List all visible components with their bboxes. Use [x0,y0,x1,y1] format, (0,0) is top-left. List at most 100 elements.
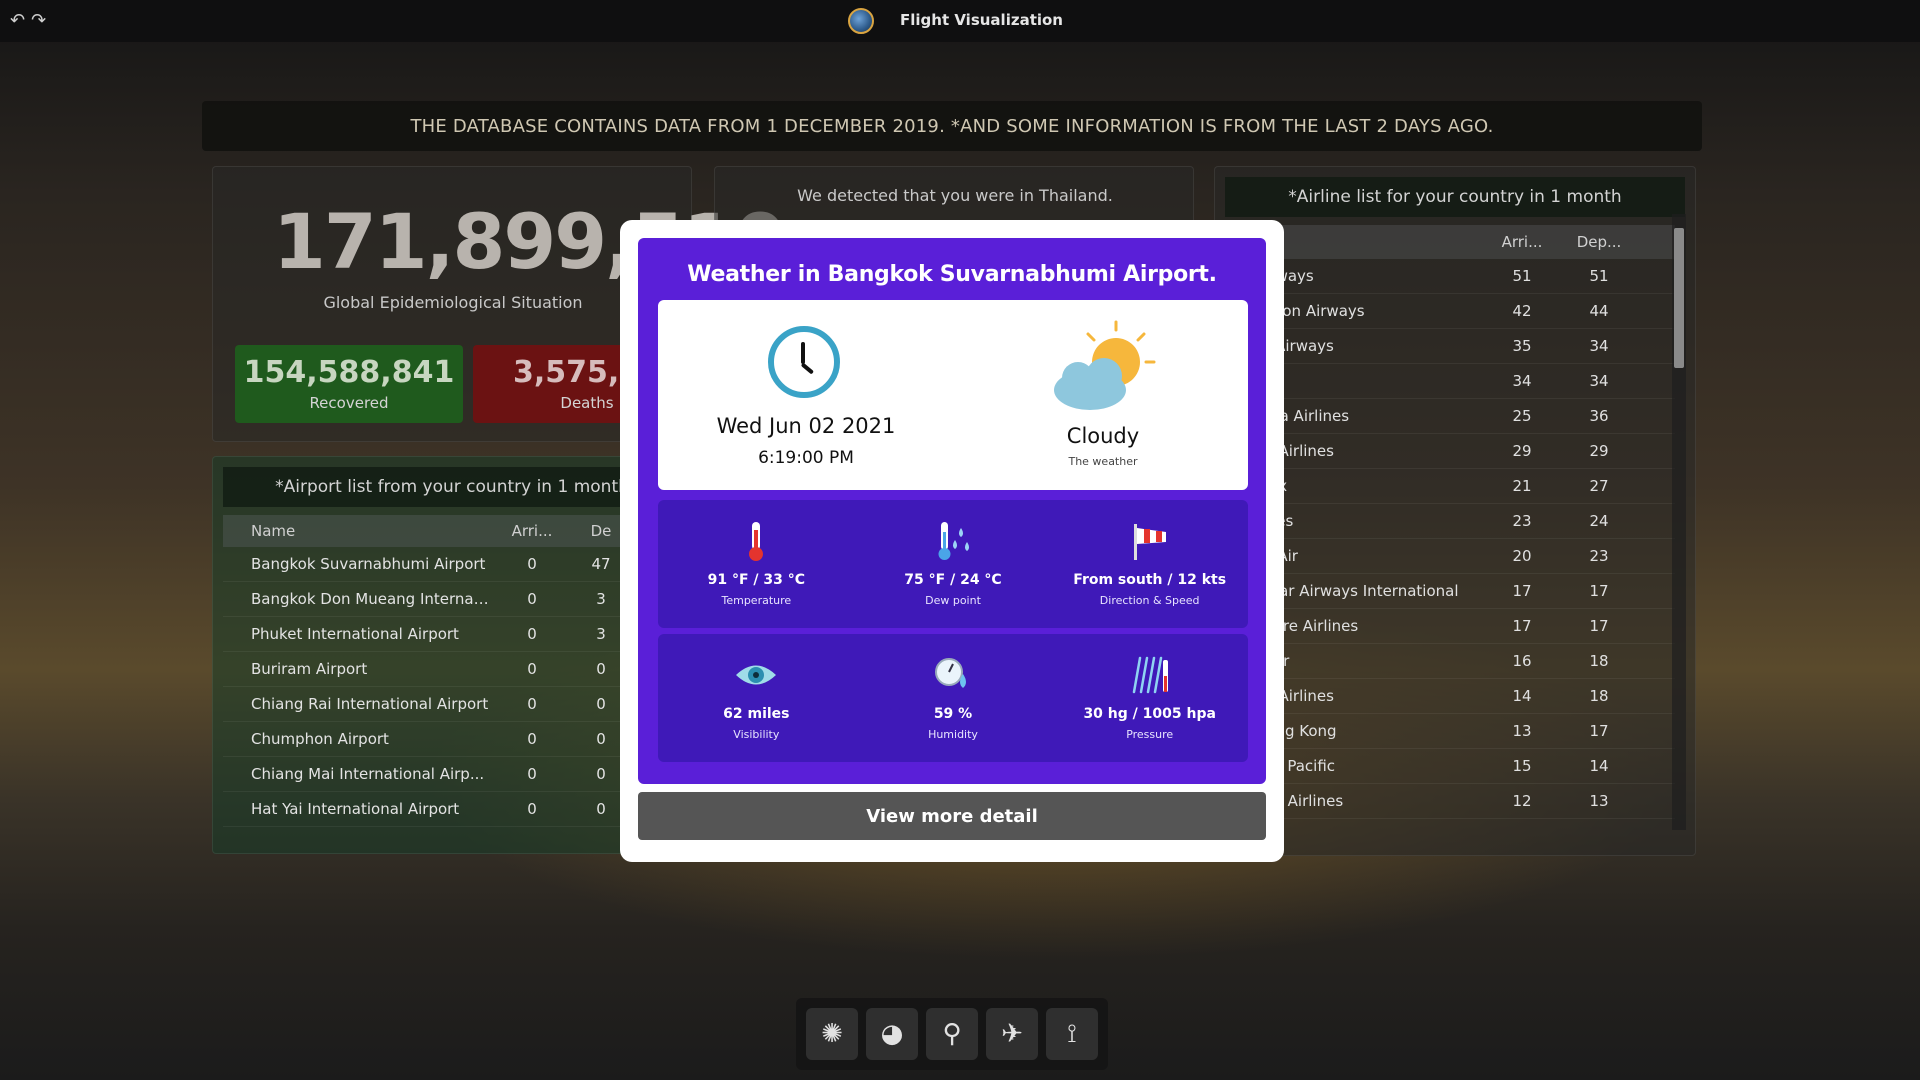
table-row[interactable]: lippon Airways 42 44 [1225,294,1675,329]
weather-date: Wed Jun 02 2021 [716,414,896,438]
weather-metrics-row-1: 91 °F / 33 °C Temperature 75 °F / 24 °C … [658,500,1248,628]
recovered-label: Recovered [309,394,389,412]
table-row[interactable]: nmar Airways International 17 17 [1225,574,1675,609]
nav-arrows: ↶ ↷ [10,10,46,31]
cell-arrivals: 17 [1512,582,1532,600]
cell-name: Bangkok Suvarnabhumi Airport [251,555,486,573]
cell-arrivals: 0 [527,625,537,643]
weather-summary: Wed Jun 02 2021 6:19:00 PM Cloudy The we… [658,300,1248,490]
cell-arrivals: 42 [1512,302,1532,320]
cell-departures: 27 [1589,477,1609,495]
route-icon[interactable]: ⟟ [1046,1008,1098,1060]
table-row[interactable]: rates2324 [1225,504,1675,539]
table-row[interactable]: Chiang Mai International Airp... 0 0 [223,757,683,792]
table-row[interactable]: Buriram Airport 0 0 [223,652,683,687]
airline-list-title: *Airline list for your country in 1 mont… [1225,177,1685,217]
weather-metrics-row-2: 62 miles Visibility 59 % Humidity 30 hg … [658,634,1248,762]
table-row[interactable]: apore Airlines 17 17 [1225,609,1675,644]
location-detect-text: We detected that you were in Thailand. [797,186,1113,205]
table-row[interactable]: Bangkok Suvarnabhumi Airport 0 47 [223,547,683,582]
forward-arrow-icon[interactable]: ↷ [31,10,46,31]
cell-arrivals: 34 [1512,372,1532,390]
table-row[interactable]: Hat Yai International Airport 0 0 [223,792,683,827]
col-departures[interactable]: Dep... [1557,233,1641,251]
table-row[interactable]: Hong Kong 13 17 [1225,714,1675,749]
cell-departures: 13 [1589,792,1609,810]
airline-table-header: e Arri... Dep... [1225,225,1675,259]
col-arrivals[interactable]: Arri... [1487,233,1557,251]
scrollbar-thumb[interactable] [1674,228,1684,368]
metric-value: 62 miles [723,706,790,722]
cell-name: Hat Yai International Airport [251,800,460,818]
metric-value: 30 hg / 1005 hpa [1083,706,1216,722]
table-row[interactable]: arna Airlines 25 36 [1225,399,1675,434]
cell-arrivals: 14 [1512,687,1532,705]
table-row[interactable]: ar Airways 35 34 [1225,329,1675,364]
cell-arrivals: 29 [1512,442,1532,460]
metric-label: Direction & Speed [1099,594,1200,607]
recovered-box: 154,588,841 Recovered [235,345,463,423]
metric-value: 91 °F / 33 °C [707,572,806,588]
table-row[interactable]: na Airlines 29 29 [1225,434,1675,469]
back-arrow-icon[interactable]: ↶ [10,10,25,31]
clock-icon [768,326,840,398]
airline-scrollbar[interactable] [1672,214,1686,830]
airplane-icon[interactable]: ✈ [986,1008,1038,1060]
cell-arrivals: 35 [1512,337,1532,355]
cell-name: Bangkok Don Mueang Internat... [251,590,493,608]
table-row[interactable]: hay Pacific 15 14 [1225,749,1675,784]
table-row[interactable]: glux2127 [1225,469,1675,504]
database-notice: THE DATABASE CONTAINS DATA FROM 1 DECEMB… [202,101,1702,151]
metric-value: From south / 12 kts [1073,572,1227,588]
cell-arrivals: 0 [527,695,537,713]
table-row[interactable]: Airways 51 51 [1225,259,1675,294]
view-more-detail-button[interactable]: View more detail [638,792,1266,840]
cell-arrivals: 0 [527,730,537,748]
cell-arrivals: 13 [1512,722,1532,740]
metric-dew-point: 75 °F / 24 °C Dew point [855,500,1052,628]
metric-wind: From south / 12 kts Direction & Speed [1051,500,1248,628]
table-row[interactable]: Phuket International Airport 0 3 [223,617,683,652]
table-row[interactable]: y Air1618 [1225,644,1675,679]
weather-modal: Weather in Bangkok Suvarnabhumi Airport.… [620,220,1284,862]
cell-name: Chiang Mai International Airp... [251,765,485,783]
weather-condition: Cloudy [1066,424,1140,448]
cell-name: Chumphon Airport [251,730,389,748]
table-row[interactable]: 34 34 [1225,364,1675,399]
table-row[interactable]: an Airlines 14 18 [1225,679,1675,714]
cell-arrivals: 0 [527,800,537,818]
cell-departures: 18 [1589,652,1609,670]
cell-arrivals: 23 [1512,512,1532,530]
cell-arrivals: 15 [1512,757,1532,775]
weather-card: Weather in Bangkok Suvarnabhumi Airport.… [638,238,1266,784]
cell-arrivals: 21 [1512,477,1532,495]
globe-logo-icon [848,8,874,34]
cell-departures: 24 [1589,512,1609,530]
cell-arrivals: 0 [527,765,537,783]
col-arrivals[interactable]: Arri... [493,522,571,540]
cell-arrivals: 16 [1512,652,1532,670]
airline-list-panel: *Airline list for your country in 1 mont… [1214,166,1696,856]
table-row[interactable]: Bangkok Don Mueang Internat... 0 3 [223,582,683,617]
metric-label: Dew point [925,594,981,607]
cell-departures: 14 [1589,757,1609,775]
map-pin-icon[interactable]: ⚲ [926,1008,978,1060]
metric-temperature: 91 °F / 33 °C Temperature [658,500,855,628]
partly-cloudy-icon [1054,320,1156,410]
globe-icon[interactable]: ◕ [866,1008,918,1060]
airport-table: Name Arri... De Bangkok Suvarnabhumi Air… [223,515,683,827]
table-row[interactable]: ana Airlines 12 13 [1225,784,1675,819]
cell-departures: 29 [1589,442,1609,460]
cell-arrivals: 25 [1512,407,1532,425]
metric-value: 59 % [933,706,973,722]
humidity-icon [935,658,966,688]
weather-condition-sub: The weather [1068,455,1138,468]
col-name[interactable]: Name [223,522,493,540]
table-row[interactable]: Chumphon Airport 0 0 [223,722,683,757]
table-row[interactable]: ile Air2023 [1225,539,1675,574]
table-row[interactable]: Chiang Rai International Airport 0 0 [223,687,683,722]
cell-arrivals: 0 [527,555,537,573]
eye-icon [736,665,777,685]
covid-icon[interactable]: ✺ [806,1008,858,1060]
cell-name: Phuket International Airport [251,625,459,643]
